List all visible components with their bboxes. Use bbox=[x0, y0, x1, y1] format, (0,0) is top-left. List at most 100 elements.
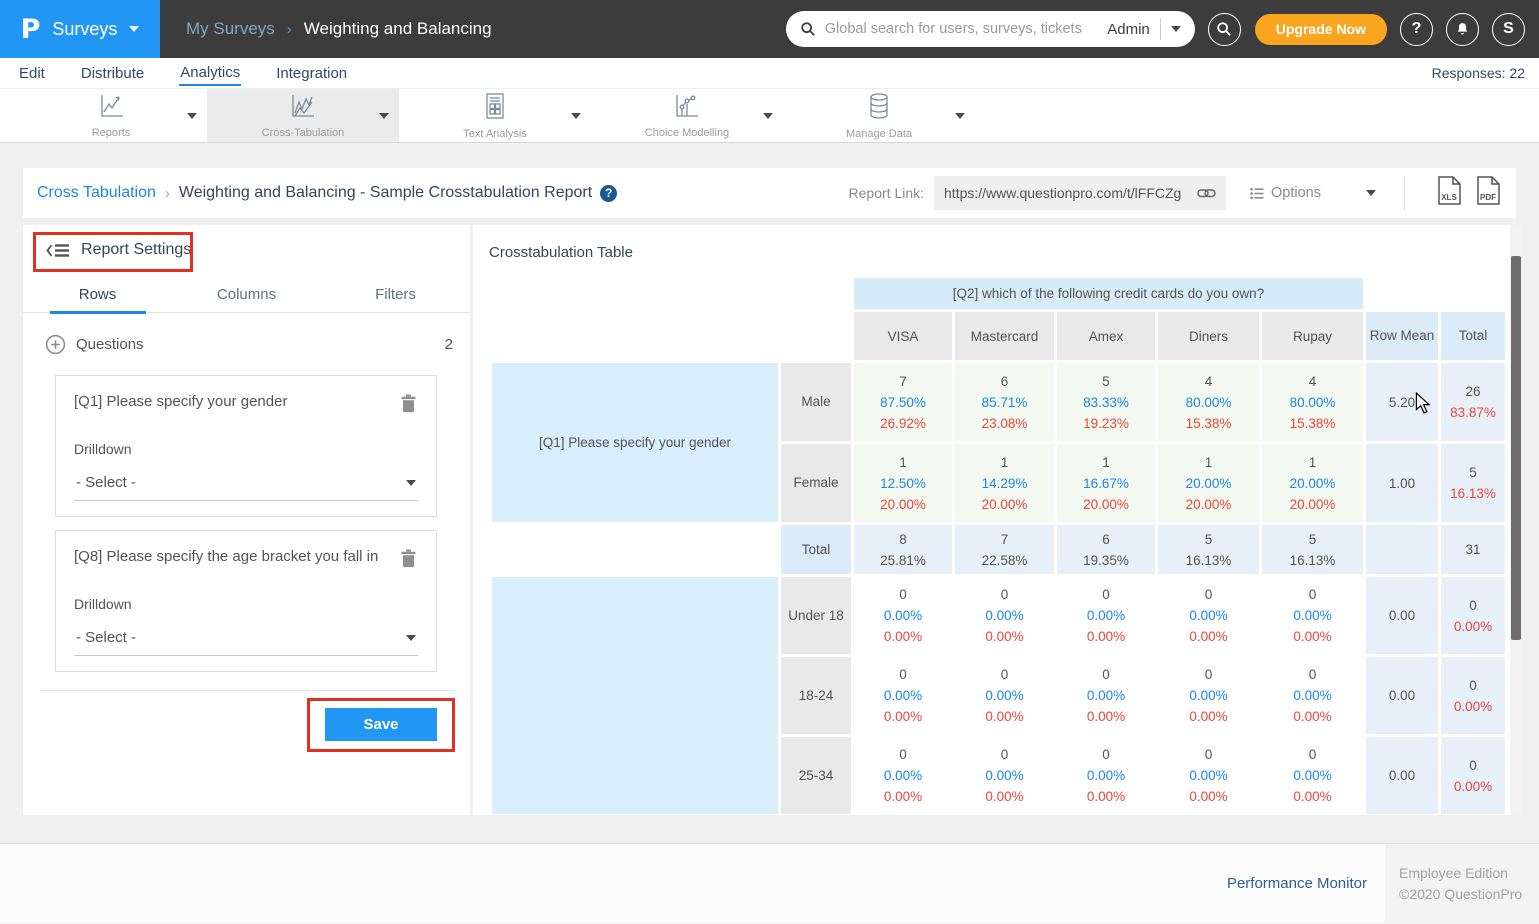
drilldown-label: Drilldown bbox=[74, 441, 418, 457]
manage-data-icon bbox=[866, 92, 892, 125]
table-total-row: Total825.81%722.58%619.35%516.13%516.13%… bbox=[492, 525, 1505, 574]
cell-value: 0.00% bbox=[854, 706, 952, 727]
search-scope-label: Admin bbox=[1107, 21, 1150, 38]
total-data-cell: 825.81% bbox=[854, 525, 952, 574]
surveys-product-menu[interactable]: P Surveys bbox=[0, 0, 160, 58]
column-header-amex: Amex bbox=[1057, 312, 1155, 360]
help-button[interactable]: ? bbox=[1400, 13, 1433, 46]
questionpro-logo: P bbox=[21, 14, 41, 45]
cell-value: 16.13% bbox=[1262, 550, 1363, 571]
divider bbox=[40, 690, 455, 691]
export-xls-button[interactable]: XLS bbox=[1436, 175, 1463, 211]
column-header-diners: Diners bbox=[1158, 312, 1259, 360]
cell-value: 0.00% bbox=[1262, 786, 1363, 807]
cell-value: 0.00% bbox=[1158, 765, 1259, 786]
report-link-input[interactable]: https://www.questionpro.com/t/lFFCZg bbox=[934, 176, 1226, 210]
options-dropdown[interactable]: Options bbox=[1250, 185, 1376, 201]
breadcrumb-my-surveys[interactable]: My Surveys bbox=[186, 19, 275, 39]
scrollbar-thumb[interactable] bbox=[1511, 256, 1521, 640]
save-button[interactable]: Save bbox=[325, 708, 437, 741]
cross-tabulation-link[interactable]: Cross Tabulation bbox=[37, 184, 156, 202]
chevron-down-icon[interactable] bbox=[955, 113, 965, 119]
toolbar-tab-text-analysis[interactable]: Text Analysis bbox=[399, 89, 591, 142]
search-scope-dropdown-icon[interactable] bbox=[1171, 26, 1181, 32]
footer: Performance Monitor Employee Edition ©20… bbox=[0, 843, 1539, 923]
export-pdf-button[interactable]: PDF bbox=[1475, 175, 1502, 211]
toolbar-tab-manage-data[interactable]: Manage Data bbox=[783, 89, 975, 142]
settings-tab-columns[interactable]: Columns bbox=[172, 283, 321, 312]
search-input[interactable]: Global search for users, surveys, ticket… bbox=[825, 21, 1107, 37]
toolbar-tab-label: Text Analysis bbox=[463, 128, 527, 140]
cell-value: 0.00% bbox=[1158, 706, 1259, 727]
global-search[interactable]: Global search for users, surveys, ticket… bbox=[786, 11, 1195, 47]
cell-value: 0 bbox=[955, 584, 1054, 605]
trash-icon[interactable] bbox=[399, 548, 418, 573]
performance-monitor-link[interactable]: Performance Monitor bbox=[1227, 844, 1367, 923]
drilldown-select[interactable]: - Select - bbox=[74, 472, 418, 501]
toolbar-tab-cross-tabulation[interactable]: Cross-Tabulation bbox=[207, 89, 399, 142]
product-menu-label: Surveys bbox=[52, 19, 117, 40]
column-header-mastercard: Mastercard bbox=[955, 312, 1054, 360]
text-analysis-icon bbox=[483, 92, 507, 125]
svg-text:XLS: XLS bbox=[1441, 193, 1457, 202]
nav-item-distribute[interactable]: Distribute bbox=[80, 61, 145, 85]
cell-value: 0.00% bbox=[1057, 765, 1155, 786]
toolbar-tab-choice-modelling[interactable]: Choice Modelling bbox=[591, 89, 783, 142]
cell-value: 0 bbox=[854, 584, 952, 605]
report-settings-toggle[interactable]: Report Settings bbox=[36, 235, 201, 265]
report-header: Cross Tabulation › Weighting and Balanci… bbox=[23, 168, 1516, 218]
cell-value: 0.00% bbox=[1262, 605, 1363, 626]
reports-icon bbox=[98, 93, 125, 124]
cell-value: 0 bbox=[854, 664, 952, 685]
notifications-button[interactable] bbox=[1446, 13, 1479, 46]
nav-item-analytics[interactable]: Analytics bbox=[179, 60, 241, 86]
question-card: [Q8] Please specify the age bracket you … bbox=[55, 530, 437, 672]
vertical-scrollbar[interactable] bbox=[1510, 225, 1522, 815]
trash-icon[interactable] bbox=[399, 393, 418, 418]
cell-value: 0 bbox=[1158, 664, 1259, 685]
chevron-down-icon[interactable] bbox=[379, 113, 389, 119]
report-link-label: Report Link: bbox=[849, 185, 924, 201]
search-icon bbox=[800, 21, 816, 37]
cell-value: 0.00% bbox=[1057, 706, 1155, 727]
chevron-down-icon bbox=[129, 26, 139, 32]
row-question-cell: [Q1] Please specify your gender bbox=[492, 363, 778, 522]
topbar: P Surveys My Surveys › Weighting and Bal… bbox=[0, 0, 1539, 58]
cell-value: 0 bbox=[955, 744, 1054, 765]
cell-value: 0.00% bbox=[1441, 776, 1505, 797]
chevron-down-icon[interactable] bbox=[571, 113, 581, 119]
edition-line1: Employee Edition bbox=[1399, 863, 1539, 884]
nav-item-integration[interactable]: Integration bbox=[275, 61, 348, 85]
cell-value: 0 bbox=[1441, 755, 1505, 776]
toolbar-tab-reports[interactable]: Reports bbox=[15, 89, 207, 142]
help-icon[interactable]: ? bbox=[600, 185, 617, 202]
report-settings-panel: Report Settings RowsColumnsFilters Quest… bbox=[23, 225, 470, 815]
options-list-icon bbox=[1250, 187, 1264, 200]
search-submit-button[interactable] bbox=[1208, 13, 1241, 46]
cell-value: 31 bbox=[1441, 539, 1505, 560]
total-data-cell: 619.35% bbox=[1057, 525, 1155, 574]
settings-tab-filters[interactable]: Filters bbox=[321, 283, 470, 312]
chevron-down-icon[interactable] bbox=[187, 113, 197, 119]
settings-tab-rows[interactable]: Rows bbox=[23, 283, 172, 312]
cell-value: 0.00% bbox=[854, 786, 952, 807]
collapse-menu-icon bbox=[46, 242, 70, 259]
cell-value: 0.00% bbox=[955, 605, 1054, 626]
drilldown-select[interactable]: - Select - bbox=[74, 627, 418, 656]
user-avatar[interactable]: S bbox=[1492, 13, 1525, 46]
cell-value: 0.00% bbox=[854, 765, 952, 786]
chevron-down-icon[interactable] bbox=[763, 113, 773, 119]
cell-value: 0.00% bbox=[1057, 626, 1155, 647]
toolbar-tab-label: Manage Data bbox=[846, 128, 912, 140]
link-icon bbox=[1197, 186, 1216, 200]
cell-value: 85.71% bbox=[955, 392, 1054, 413]
add-question-icon[interactable] bbox=[45, 334, 66, 355]
crosstab-title: Crosstabulation Table bbox=[489, 244, 633, 261]
nav-item-edit[interactable]: Edit bbox=[18, 61, 46, 85]
chevron-down-icon[interactable] bbox=[1366, 190, 1376, 196]
report-settings-label: Report Settings bbox=[81, 241, 191, 259]
cell-value: 0.00% bbox=[1262, 685, 1363, 706]
row-label: 25-34 bbox=[781, 737, 851, 814]
cell-value: 1 bbox=[955, 452, 1054, 473]
upgrade-now-button[interactable]: Upgrade Now bbox=[1255, 14, 1387, 45]
